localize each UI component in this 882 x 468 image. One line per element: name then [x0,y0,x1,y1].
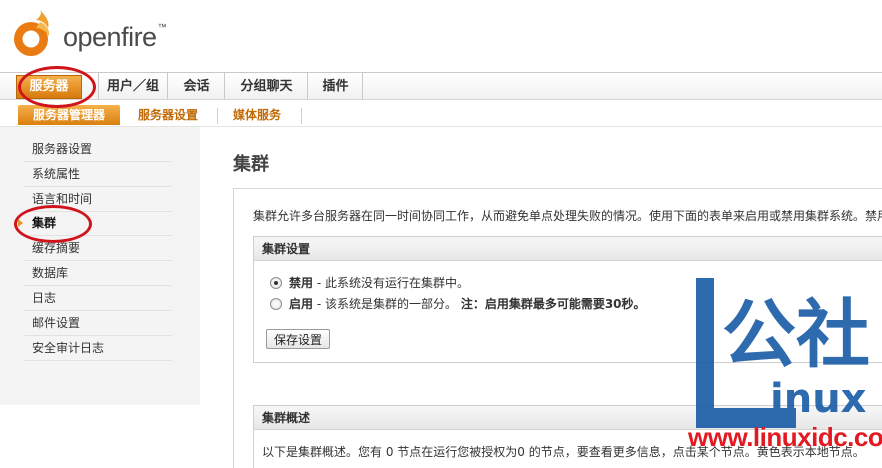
enable-label: 启用 [289,297,314,311]
subtab-divider [301,108,302,124]
sidebar-item-security-audit-log[interactable]: 安全审计日志 [24,336,172,361]
note-text: 启用集群最多可能需要30秒。 [484,297,646,311]
sidebar-item-system-properties[interactable]: 系统属性 [24,162,172,187]
subtab-media-services[interactable]: 媒体服务 [233,105,281,125]
svg-text:inux: inux [770,376,867,422]
tab-plugins[interactable]: 插件 [309,73,363,100]
enable-option[interactable]: 启用 - 该系统是集群的一部分。 注：启用集群最多可能需要30秒。 [270,295,646,312]
tab-users-groups[interactable]: 用户／组 [98,73,168,100]
sidebar-item-email-settings[interactable]: 邮件设置 [24,311,172,336]
disable-description: - 此系统没有运行在集群中。 [313,276,469,290]
subtab-server-settings[interactable]: 服务器设置 [138,105,198,125]
radio-enable[interactable] [270,298,282,310]
subtab-server-manager[interactable]: 服务器管理器 [18,105,120,125]
svg-text:公社: 公社 [722,292,870,378]
sidebar-item-server-settings[interactable]: 服务器设置 [24,137,172,162]
subtab-divider [217,108,218,124]
tab-sessions[interactable]: 会话 [169,73,225,100]
save-settings-button[interactable]: 保存设置 [266,329,331,349]
sub-nav: 服务器管理器 服务器设置 媒体服务 [0,100,882,127]
sidebar-item-logs[interactable]: 日志 [24,286,172,311]
disable-option[interactable]: 禁用 - 此系统没有运行在集群中。 [270,274,469,291]
panel-header: 集群设置 [254,237,882,261]
page-title: 集群 [233,154,269,175]
annotation-circle [14,205,92,243]
header: openfire™ [0,0,882,72]
sidebar-item-database[interactable]: 数据库 [24,261,172,286]
main-nav: 服务器 用户／组 会话 分组聊天 插件 [0,72,882,100]
watermark-site-url: www.linuxidc.com [688,422,882,452]
annotation-circle [18,66,96,108]
radio-disable[interactable] [270,277,282,289]
enable-description: - 该系统是集群的一部分。 [313,297,457,311]
tab-group-chat[interactable]: 分组聊天 [226,73,308,100]
page-intro: 集群允许多台服务器在同一时间协同工作，从而避免单点处理失败的情况。使用下面的表单… [253,209,882,223]
note-label: 注： [460,297,485,311]
openfire-flame-icon [14,10,50,56]
disable-label: 禁用 [289,276,314,290]
app-logo-text: openfire™ [63,22,167,52]
